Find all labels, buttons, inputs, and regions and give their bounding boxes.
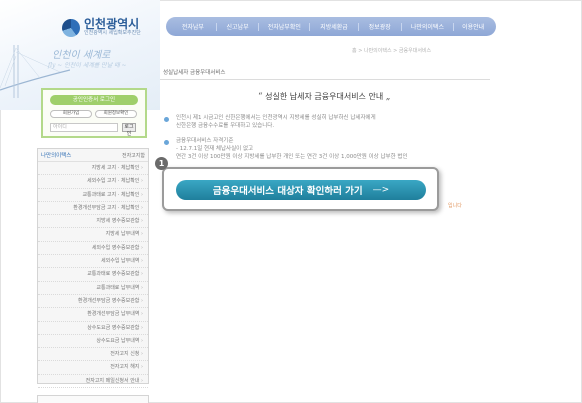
menu-item[interactable]: 전자고지 메일신청서 안내 bbox=[38, 375, 148, 389]
cert-login-button[interactable]: 공인인증서 로그인 bbox=[50, 95, 138, 105]
nav-item-electronic-payment[interactable]: 전자납부 bbox=[170, 22, 216, 31]
bullet-icon bbox=[164, 117, 169, 122]
menu-item[interactable]: 전자고지 해지 bbox=[38, 361, 148, 375]
menu-item[interactable]: 세외수입 납부내역 bbox=[38, 255, 148, 269]
signup-button[interactable]: 회원가입 bbox=[50, 110, 92, 118]
menu-item[interactable]: 교통과태료 납부내역 bbox=[38, 282, 148, 295]
page-title-text: 성실한 납세자 금융우대서비스 안내 bbox=[265, 92, 384, 101]
criteria-title: 금융우대서비스 자격기준 bbox=[176, 138, 234, 144]
id-input[interactable]: 아이디 bbox=[50, 123, 118, 132]
check-eligibility-label: 금융우대서비스 대상자 확인하러 가기 bbox=[212, 186, 363, 197]
menu-item[interactable]: 지방세 고지 · 체납확인 bbox=[38, 162, 148, 176]
menu-item[interactable]: 전자고지 신청 bbox=[38, 348, 148, 362]
city-name: 인천광역시 bbox=[84, 17, 140, 31]
menu-item[interactable]: 교통과태료 고지 · 체납확인 bbox=[38, 189, 148, 202]
nav-item-my-etax[interactable]: 나만의이택스 bbox=[402, 22, 454, 31]
menu-header-title: 나만의이택스 bbox=[41, 153, 72, 159]
nav-item-guide[interactable]: 이용안내 bbox=[454, 22, 492, 31]
menu-item[interactable]: 환경개선부담금 영수증보관함 bbox=[38, 295, 148, 309]
menu-item[interactable]: 환경개선부담금 고지 · 체납확인 bbox=[38, 202, 148, 216]
menu-item[interactable]: 지방세 영수증보관함 bbox=[38, 215, 148, 229]
intro-line-1: 인천시 제1 시금고인 신한은행에서는 인천광역시 지방세를 성실히 납부하신 … bbox=[176, 115, 376, 121]
login-button[interactable]: 로그인 bbox=[122, 123, 136, 137]
menu-header-link[interactable]: 전자고지함 bbox=[122, 152, 145, 159]
callout-box: 금융우대서비스 대상자 확인하러 가기 —> bbox=[162, 167, 439, 211]
step-badge: 1 bbox=[155, 157, 168, 170]
intro-line-2: 신한은행 금융수수료를 우대하고 있습니다. bbox=[176, 123, 275, 129]
menu-item[interactable]: 상수도요금 납부내역 bbox=[38, 335, 148, 349]
side-banner bbox=[37, 395, 149, 403]
menu-item[interactable]: 상수도요금 영수증보관함 bbox=[38, 322, 148, 335]
city-logo[interactable]: 인천광역시 인천광역시 세입확보추진단 bbox=[62, 18, 141, 37]
menu-header: 나만의이택스 전자고지함 bbox=[38, 149, 148, 162]
nav-item-payment-check[interactable]: 전자납부확인 bbox=[259, 22, 309, 31]
nav-item-report-payment[interactable]: 신고납부 bbox=[217, 22, 259, 31]
city-emblem-icon bbox=[62, 18, 80, 37]
global-nav: 전자납부 신고납부 전자납부확인 지방세환급 정보광장 나만의이택스 이용안내 bbox=[166, 17, 496, 36]
close-quote: „ bbox=[385, 92, 391, 102]
menu-item[interactable]: 환경개선부담금 납부내역 bbox=[38, 308, 148, 322]
menu-item[interactable]: 지방세 납부내역 bbox=[38, 228, 148, 242]
nav-item-refund[interactable]: 지방세환급 bbox=[310, 22, 358, 31]
note-text: 입니다 bbox=[448, 203, 462, 209]
nav-item-info[interactable]: 정보광장 bbox=[359, 22, 401, 31]
menu-item[interactable]: 세외수입 영수증보관함 bbox=[38, 242, 148, 256]
divider bbox=[160, 79, 490, 80]
slogan: 인천이 세계로 bbox=[52, 50, 111, 61]
page-subtitle: 성실납세자 금융우대서비스 bbox=[163, 70, 226, 76]
bullet-icon bbox=[164, 140, 169, 145]
breadcrumb: 홈 > 나만의이택스 > 금융우대서비스 bbox=[352, 48, 432, 54]
check-eligibility-button[interactable]: 금융우대서비스 대상자 확인하러 가기 —> bbox=[176, 180, 426, 200]
city-subtitle: 인천광역시 세입확보추진단 bbox=[84, 30, 141, 36]
member-info-button[interactable]: 회원정보확인 bbox=[95, 110, 137, 118]
slogan-sub: fly ~ 인천이 세계를 만날 때 ~ bbox=[48, 62, 127, 69]
open-quote: “ bbox=[258, 92, 263, 102]
menu-item[interactable]: 교통과태료 영수증보관함 bbox=[38, 268, 148, 282]
page-title: “ 성실한 납세자 금융우대서비스 안내 „ bbox=[258, 91, 390, 102]
criteria-line-2: 연간 3건 이상 100만원 이상 지방세를 납부한 개인 또는 연간 3건 이… bbox=[176, 154, 408, 160]
menu-item[interactable]: 세외수입 고지 · 체납확인 bbox=[38, 175, 148, 189]
cert-login-box: 공인인증서 로그인 회원가입 회원정보확인 아이디 로그인 bbox=[41, 88, 147, 138]
side-menu: 나만의이택스 전자고지함 지방세 고지 · 체납확인 세외수입 고지 · 체납확… bbox=[37, 148, 149, 389]
arrow-right-icon: —> bbox=[372, 185, 390, 195]
criteria-line-1: - 12.7.1일 현재 체납사실이 없고 bbox=[176, 146, 254, 152]
